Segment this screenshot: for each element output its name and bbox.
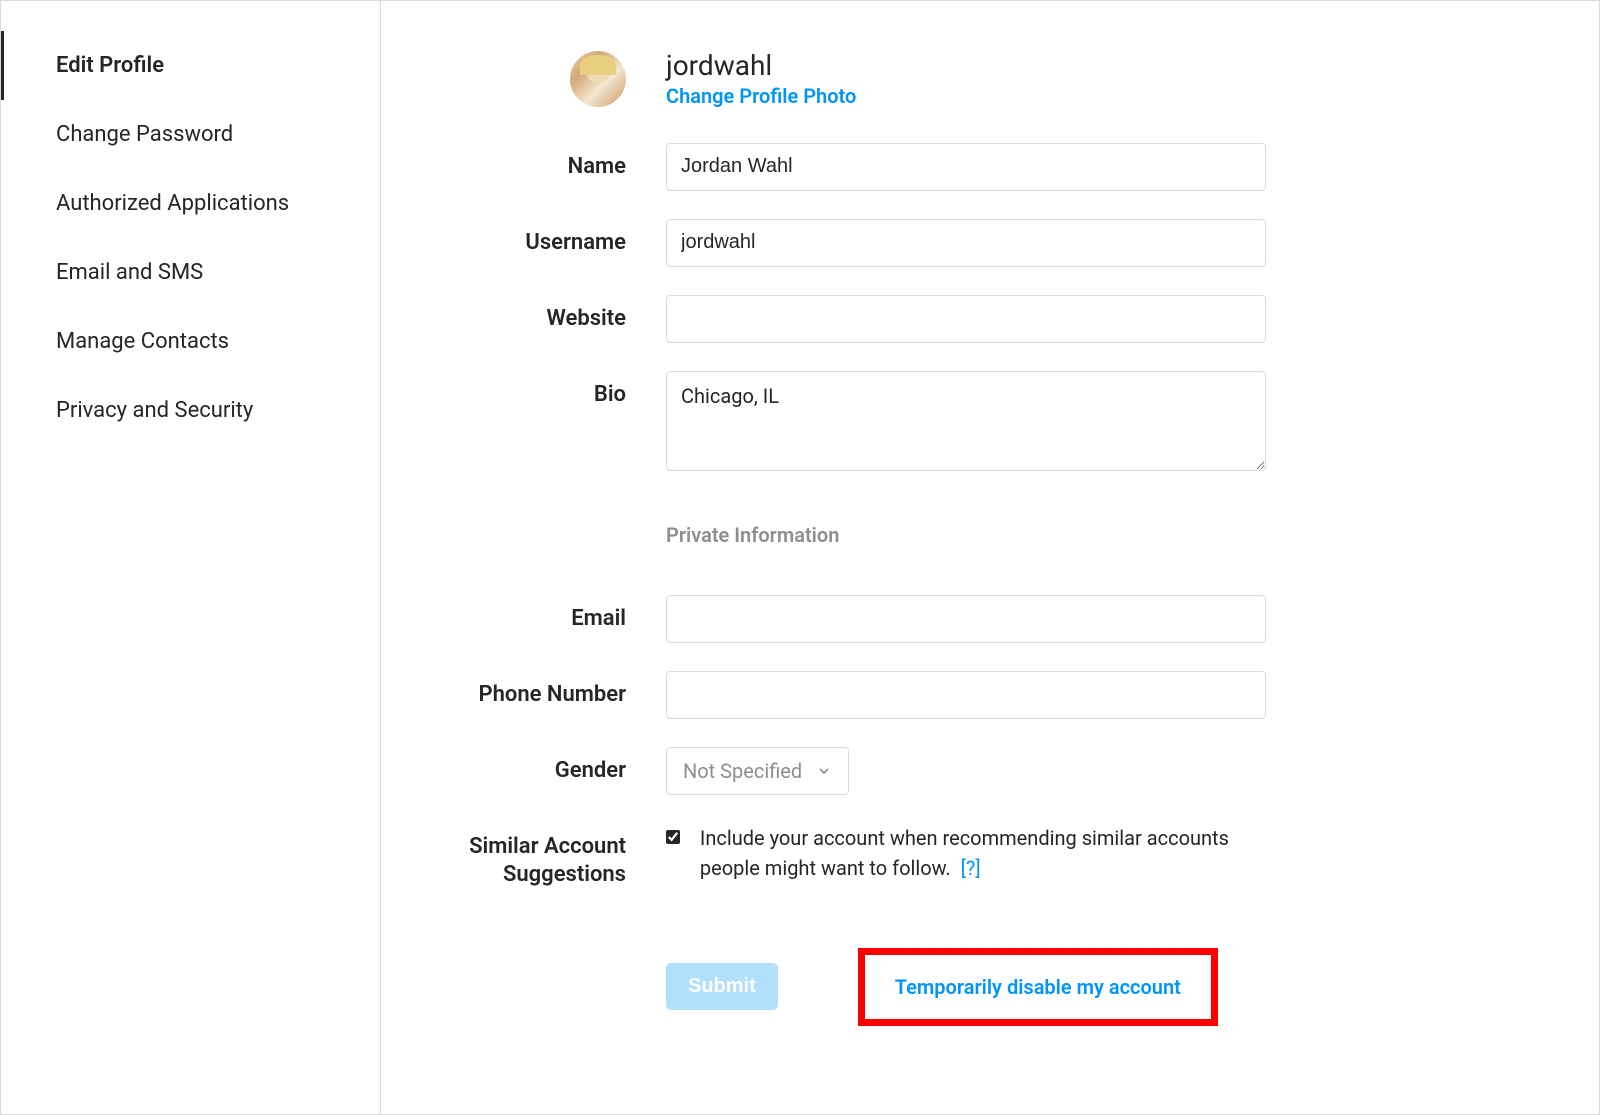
similar-suggestions-label: Similar Account Suggestions [421, 823, 666, 890]
name-label: Name [421, 143, 666, 182]
sidebar-item-email-sms[interactable]: Email and SMS [1, 238, 380, 307]
temporarily-disable-account-link[interactable]: Temporarily disable my account [895, 975, 1181, 999]
private-information-header: Private Information [666, 523, 1266, 547]
email-input[interactable] [666, 595, 1266, 643]
change-profile-photo-link[interactable]: Change Profile Photo [666, 84, 856, 108]
phone-input[interactable] [666, 671, 1266, 719]
settings-container: Edit Profile Change Password Authorized … [0, 0, 1600, 1115]
similar-suggestions-help-link[interactable]: [?] [961, 856, 981, 880]
avatar-wrap [421, 51, 666, 107]
bio-input[interactable]: Chicago, IL [666, 371, 1266, 471]
settings-sidebar: Edit Profile Change Password Authorized … [1, 1, 381, 1114]
username-display: jordwahl [666, 51, 1539, 82]
website-label: Website [421, 295, 666, 334]
similar-suggestions-checkbox[interactable] [666, 827, 680, 847]
avatar-info: jordwahl Change Profile Photo [666, 51, 1539, 108]
bio-label: Bio [421, 371, 666, 410]
sidebar-item-privacy-security[interactable]: Privacy and Security [1, 376, 380, 445]
sidebar-item-edit-profile[interactable]: Edit Profile [1, 31, 380, 100]
sidebar-item-manage-contacts[interactable]: Manage Contacts [1, 307, 380, 376]
username-input[interactable] [666, 219, 1266, 267]
edit-profile-form: jordwahl Change Profile Photo Name Usern… [381, 1, 1599, 1114]
username-label: Username [421, 219, 666, 258]
name-input[interactable] [666, 143, 1266, 191]
similar-suggestions-text: Include your account when recommending s… [700, 823, 1266, 883]
avatar[interactable] [570, 51, 626, 107]
gender-label: Gender [421, 747, 666, 786]
actions-row: Submit Temporarily disable my account [666, 948, 1266, 1026]
phone-label: Phone Number [421, 671, 666, 710]
submit-button[interactable]: Submit [666, 963, 778, 1010]
email-label: Email [421, 595, 666, 634]
disable-account-highlight-box: Temporarily disable my account [858, 948, 1218, 1026]
website-input[interactable] [666, 295, 1266, 343]
sidebar-item-change-password[interactable]: Change Password [1, 100, 380, 169]
chevron-down-icon [816, 763, 832, 779]
gender-value: Not Specified [683, 759, 802, 783]
profile-header: jordwahl Change Profile Photo [421, 51, 1539, 108]
gender-select[interactable]: Not Specified [666, 747, 849, 795]
sidebar-item-authorized-applications[interactable]: Authorized Applications [1, 169, 380, 238]
